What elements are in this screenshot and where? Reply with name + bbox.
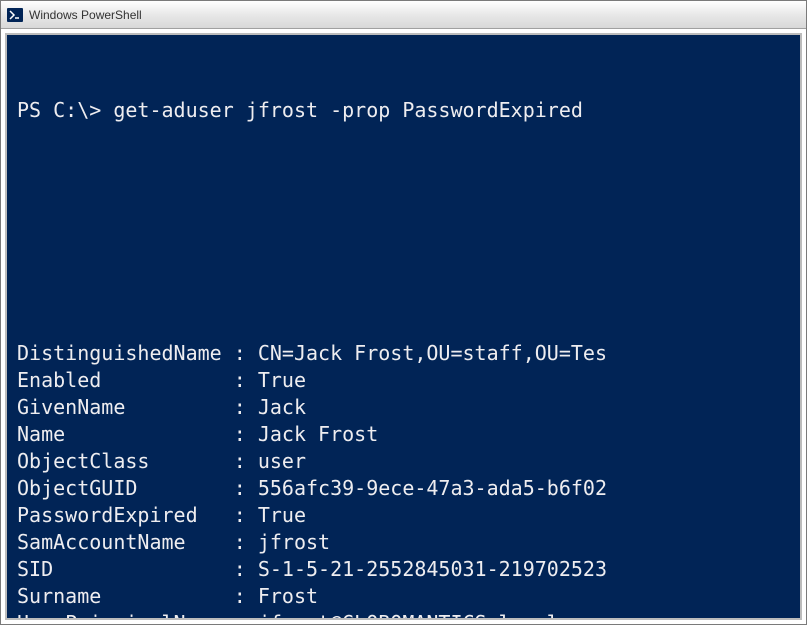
powershell-icon <box>7 7 23 23</box>
blank-line <box>17 259 790 286</box>
window-title: Windows PowerShell <box>29 8 800 22</box>
powershell-window: Windows PowerShell PS C:\> get-aduser jf… <box>0 0 807 625</box>
output-block: DistinguishedName : CN=Jack Frost,OU=sta… <box>17 340 790 620</box>
command-text: get-aduser jfrost -prop PasswordExpired <box>113 98 583 122</box>
command-line: PS C:\> get-aduser jfrost -prop Password… <box>17 97 790 124</box>
titlebar[interactable]: Windows PowerShell <box>1 1 806 29</box>
terminal-area[interactable]: PS C:\> get-aduser jfrost -prop Password… <box>5 33 802 620</box>
prompt-prefix: PS C:\> <box>17 98 113 122</box>
blank-line <box>17 178 790 205</box>
